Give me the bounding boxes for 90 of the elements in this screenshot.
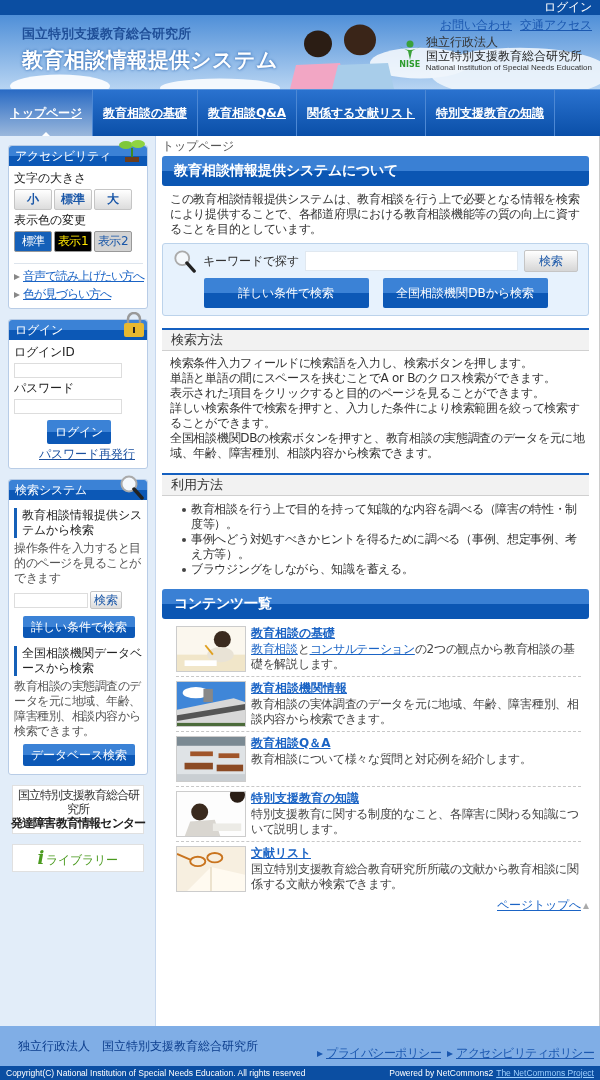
inline-link[interactable]: コンサルテーション [309,642,415,656]
logo-name: 国立特別支援教育総合研究所 [425,49,583,63]
font-size-button[interactable]: 標準 [54,189,92,210]
field-label: ログインID [14,345,76,360]
login-id-field[interactable] [14,363,122,378]
banner-mark: i [37,847,45,868]
section-heading: 教育相談情報提供システムから検索 [14,508,143,538]
inline-link[interactable]: 教育相談 [251,642,298,656]
content-title-link[interactable]: 教育相談機関情報 [251,681,581,696]
section-title-bar: コンテンツ一覧 [162,589,589,619]
section-title-bar: 教育相談情報提供システムについて [162,156,589,186]
bullet-icon [182,568,186,572]
sprout-icon [119,138,145,162]
triangle-icon [583,902,589,909]
content-title-link[interactable]: 教育相談の基礎 [251,626,581,641]
section-description: 教育相談の実態調査のデータを元に地域、年齢、障害種別、相談内容から検索できます。 [14,679,142,739]
intro-text: この教育相談情報提供システムは、教育相談を行う上で必要となる情報を検索により提供することで、各都道府県における教育相談機能等の質の向上に資することを目的としています。 [170,192,581,237]
banner-link[interactable]: i ライブラリー [12,844,144,872]
nav-tab[interactable]: 教育相談Q&A [198,90,297,136]
bullet-icon [182,538,186,542]
logo-mark: NISE [399,60,421,69]
nav-tab[interactable]: 関係する文献リスト [296,90,426,136]
content-title-link[interactable]: 文献リスト [251,846,581,861]
triangle-icon [14,291,20,298]
search-button[interactable]: 検索 [90,591,122,609]
field-label: パスワード [14,381,75,396]
triangle-icon [14,273,20,280]
site-title: 教育相談情報提供システム [22,47,278,74]
instruction-text: 詳しい検索条件で検索を押すと、入力した条件により検索範囲を絞って検索することができます。 [170,401,581,431]
instruction-text: 全国相談機関DBの検索ボタンを押すと、教育相談の実態調査のデータを元に地域、年齢、障害種別、相談内容から検索できます。 [170,431,585,461]
footer-link[interactable]: プライバシーポリシー [326,1045,441,1062]
content-description: 教育相談の実体調査のデータを元に地域、年齢、障害種別、相談内容から検索できます。 [251,697,580,727]
content-title-link[interactable]: 教育相談Q＆A [251,736,532,751]
instruction-text: 単語と単語の間にスペースを挟むことでA or Bのクロス検索ができます。 [170,371,557,386]
color-mode-button[interactable]: 表示2 [94,231,132,252]
project-link[interactable]: The NetCommons Project [496,1068,594,1078]
search-field[interactable] [14,592,88,608]
accessibility-link[interactable]: 色が見づらい方へ [23,287,111,302]
font-size-button[interactable]: 大 [94,189,132,210]
banner-title: 発達障害教育情報センター [10,816,146,831]
section-description: 操作条件を入力すると目的のページを見ることができます [14,541,142,586]
font-size-label: 文字の大きさ [14,171,87,186]
search-button[interactable]: データベース検索 [22,744,135,766]
banner-title: ライブラリー [46,852,119,869]
instruction-text: 検索条件入力フィールドに検索語を入力し、検索ボタンを押します。 [170,356,534,371]
instruction-text: 表示された項目をクリックすると目的のページを見ることができます。 [170,386,546,401]
login-link[interactable]: ログイン [544,0,592,15]
bullet-icon [182,508,186,512]
password-field[interactable] [14,399,122,414]
site-organization: 国立特別支援教育総合研究所 [22,25,192,43]
accessibility-link[interactable]: 音声で読み上げたい方へ [23,269,144,284]
powered-by-text: Powered by NetCommons2 [389,1068,494,1078]
section-heading: 利用方法 [162,473,589,496]
color-mode-label: 表示色の変更 [14,213,87,228]
keyword-label: キーワードで探す [203,252,299,270]
nav-tab[interactable]: トップページ [0,90,93,136]
copyright-text: Copyright(C) National Institution of Special Needs Education. All rights reserved [6,1068,306,1078]
search-button[interactable]: 詳しい条件で検索 [203,278,369,308]
usage-item: 教育相談を行う上で目的を持って知識的な内容を調べる（障害の特性・制度等）。 [191,502,579,532]
logo-subtitle: 独立行政法人 [425,36,499,49]
banner-link[interactable]: 国立特別支援教育総合研究所 発達障害教育情報センター [12,785,144,834]
footer-organization: 独立行政法人 国立特別支援教育総合研究所 [18,1037,258,1055]
content-description: 教育相談 と コンサルテーションの2つの観点から教育相談の基礎を解説します。 [251,642,576,672]
font-size-button[interactable]: 小 [14,189,52,210]
triangle-icon [317,1050,323,1057]
page-top-link[interactable]: ページトップへ [497,898,589,913]
password-reissue-link[interactable]: パスワード再発行 [39,447,135,462]
padlock-icon [123,312,145,338]
content-title-link[interactable]: 特別支援教育の知識 [251,791,581,806]
login-button[interactable]: ログイン [46,420,111,444]
search-button[interactable]: 検索 [524,250,578,272]
content-description: 国立特別支援教育総合教育研究所所蔵の文献から教育相談に関係する文献が検索できます。 [251,862,580,892]
logo-english-name: National Institution of Special Needs Education [425,63,592,73]
search-button[interactable]: 詳しい条件で検索 [22,616,135,638]
section-heading: 全国相談機関データベースから検索 [14,646,143,676]
triangle-icon [447,1050,453,1057]
usage-item: 事例へどう対処すべきかヒントを得るために調べる（事例、想定事例、考え方等）。 [191,532,579,562]
color-mode-button[interactable]: 標準 [14,231,52,252]
search-icon [173,249,197,273]
nav-tab[interactable]: 特別支援教育の知識 [425,90,555,136]
content-description: 特別支援教育に関する制度的なこと、各障害に関わる知識について説明します。 [251,807,580,837]
footer-link[interactable]: アクセシビリティポリシー [456,1045,594,1062]
section-heading: 検索方法 [162,328,589,351]
keyword-field[interactable] [305,251,518,271]
usage-item: ブラウジングをしながら、知識を蓄える。 [191,562,414,577]
color-mode-button[interactable]: 表示1 [54,231,92,252]
banner-subtitle: 国立特別支援教育総合研究所 [16,788,140,816]
breadcrumb: トップページ [162,138,235,155]
content-description: 教育相談について様々な質問と対応例を紹介します。 [251,752,532,767]
search-button[interactable]: 全国相談機関DBから検索 [382,278,548,308]
